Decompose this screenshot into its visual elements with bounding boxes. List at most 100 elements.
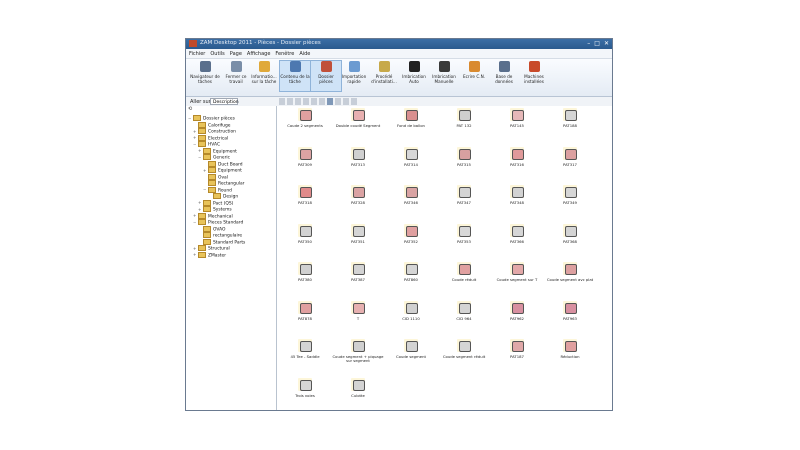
part-item[interactable]: PAT368: [544, 223, 596, 244]
ribbon-button[interactable]: Procédé d'installati...: [369, 61, 399, 84]
menu-item[interactable]: Fichier: [189, 51, 205, 57]
part-item[interactable]: PAT962: [491, 300, 543, 321]
part-item[interactable]: CID 1110: [385, 300, 437, 321]
view-large-icons-icon[interactable]: [327, 98, 333, 105]
part-item[interactable]: Coude segment: [385, 339, 437, 359]
part-item[interactable]: PAT318: [279, 185, 331, 205]
ribbon-button[interactable]: Machines installées: [519, 61, 549, 84]
folder-icon: [203, 147, 211, 154]
part-item[interactable]: PAT353: [438, 223, 490, 244]
part-item[interactable]: PAT349: [544, 185, 596, 205]
part-item[interactable]: PAT313: [332, 146, 384, 167]
part-item[interactable]: PAT315: [438, 146, 490, 167]
part-item[interactable]: PAT328: [332, 185, 384, 205]
view-details-icon[interactable]: [351, 98, 357, 105]
part-item[interactable]: PAT350: [279, 223, 331, 244]
menu-item[interactable]: Affichage: [247, 51, 271, 57]
part-name: 45 Tee - Saddle: [290, 354, 320, 359]
ribbon-button[interactable]: Ecrire C.N.: [459, 61, 489, 79]
expand-toggle-icon[interactable]: −: [193, 142, 197, 147]
expand-toggle-icon[interactable]: +: [203, 168, 207, 173]
view-list-icon[interactable]: [343, 98, 349, 105]
properties-icon[interactable]: [319, 98, 325, 105]
cut-icon[interactable]: [287, 98, 293, 105]
part-item[interactable]: T: [332, 300, 384, 321]
tree-node[interactable]: + ZMaster: [193, 251, 226, 258]
part-shape-icon: [353, 379, 365, 391]
goto-dropdown[interactable]: Description: [210, 98, 239, 105]
minimize-icon[interactable]: –: [587, 40, 590, 47]
ribbon-button[interactable]: Fermer ce travail: [221, 61, 251, 84]
part-shape-icon: [406, 148, 418, 160]
menu-item[interactable]: Outils: [210, 51, 224, 57]
part-shape-icon: [512, 264, 524, 275]
expand-toggle-icon[interactable]: −: [193, 220, 197, 225]
menu-item[interactable]: Fenêtre: [275, 51, 294, 57]
expand-toggle-icon[interactable]: −: [203, 187, 207, 192]
part-item[interactable]: Coude 2 segments: [279, 108, 331, 128]
part-item[interactable]: PAT145: [491, 108, 543, 128]
part-item[interactable]: PAT314: [385, 146, 437, 167]
expand-toggle-icon[interactable]: −: [188, 116, 192, 121]
menu-item[interactable]: Aide: [299, 51, 310, 57]
expand-toggle-icon[interactable]: −: [198, 155, 202, 160]
part-name: PAT346: [404, 200, 418, 205]
paste-icon[interactable]: [303, 98, 309, 105]
ribbon-button[interactable]: Imbrication Auto: [399, 61, 429, 84]
part-item[interactable]: Culotte: [332, 377, 384, 398]
part-item[interactable]: Fond de ballon: [385, 108, 437, 128]
part-item[interactable]: Coude segment réduit: [438, 339, 490, 359]
part-item[interactable]: PAT346: [385, 185, 437, 205]
ribbon-button[interactable]: Navigateur de tâches: [190, 61, 220, 84]
expand-toggle-icon[interactable]: +: [198, 148, 202, 153]
nav-back-icon[interactable]: [279, 98, 285, 105]
part-item[interactable]: CID 964: [438, 300, 490, 321]
copy-icon[interactable]: [295, 98, 301, 105]
part-item[interactable]: PAT317: [544, 146, 596, 167]
close-icon[interactable]: ✕: [604, 40, 609, 47]
part-item[interactable]: Coude segment avc plat: [544, 262, 596, 282]
ribbon-button[interactable]: Dossier pièces: [310, 60, 342, 92]
app-window: ZAM Desktop 2011 - Pièces - Dossier pièc…: [185, 38, 613, 411]
part-item[interactable]: PAT366: [491, 223, 543, 244]
expand-toggle-icon[interactable]: +: [193, 252, 197, 257]
part-item[interactable]: Coude réduit: [438, 262, 490, 282]
expand-toggle-icon[interactable]: +: [198, 207, 202, 212]
part-item[interactable]: PAT352: [385, 223, 437, 244]
part-item[interactable]: PAT 132: [438, 108, 490, 128]
expand-toggle-icon[interactable]: +: [198, 200, 202, 205]
part-item[interactable]: Coude segment sur T: [491, 262, 543, 282]
expand-toggle-icon[interactable]: +: [193, 135, 197, 140]
part-item[interactable]: Trois voies: [279, 377, 331, 398]
expand-toggle-icon[interactable]: +: [193, 213, 197, 218]
expand-toggle-icon[interactable]: +: [193, 129, 197, 134]
part-item[interactable]: PAT309: [279, 146, 331, 167]
part-item[interactable]: PAT387: [332, 262, 384, 282]
ribbon-button[interactable]: Contenu de la tâche: [279, 60, 311, 92]
part-item[interactable]: Coude segment + piquage sur segment: [332, 339, 384, 364]
expand-toggle-icon[interactable]: +: [193, 246, 197, 251]
part-item[interactable]: PAT188: [544, 108, 596, 128]
ribbon-button[interactable]: Importation rapide: [339, 61, 369, 84]
part-item[interactable]: PAT860: [385, 262, 437, 282]
part-item[interactable]: Double coudé Segment: [332, 108, 384, 128]
part-item[interactable]: PAT878: [279, 300, 331, 321]
part-item[interactable]: PAT187: [491, 339, 543, 359]
part-item[interactable]: PAT351: [332, 223, 384, 244]
view-small-icons-icon[interactable]: [335, 98, 341, 105]
delete-icon[interactable]: [311, 98, 317, 105]
ribbon-button[interactable]: Informatio... sur la tâche: [249, 61, 279, 84]
ribbon-button[interactable]: Base de données: [489, 61, 519, 84]
part-item[interactable]: PAT348: [491, 185, 543, 205]
maximize-icon[interactable]: □: [594, 40, 600, 47]
part-item[interactable]: PAT347: [438, 185, 490, 205]
part-item[interactable]: 45 Tee - Saddle: [279, 339, 331, 359]
ribbon-button[interactable]: Imbrication Manuelle: [429, 61, 459, 84]
part-item[interactable]: PAT963: [544, 300, 596, 321]
part-shape-icon: [459, 187, 471, 198]
part-item[interactable]: PAT316: [491, 146, 543, 167]
menu-item[interactable]: Page: [230, 51, 242, 57]
part-item[interactable]: PAT380: [279, 262, 331, 282]
back-arrow-icon[interactable]: ⟲: [188, 106, 192, 112]
part-item[interactable]: Réduction: [544, 339, 596, 359]
